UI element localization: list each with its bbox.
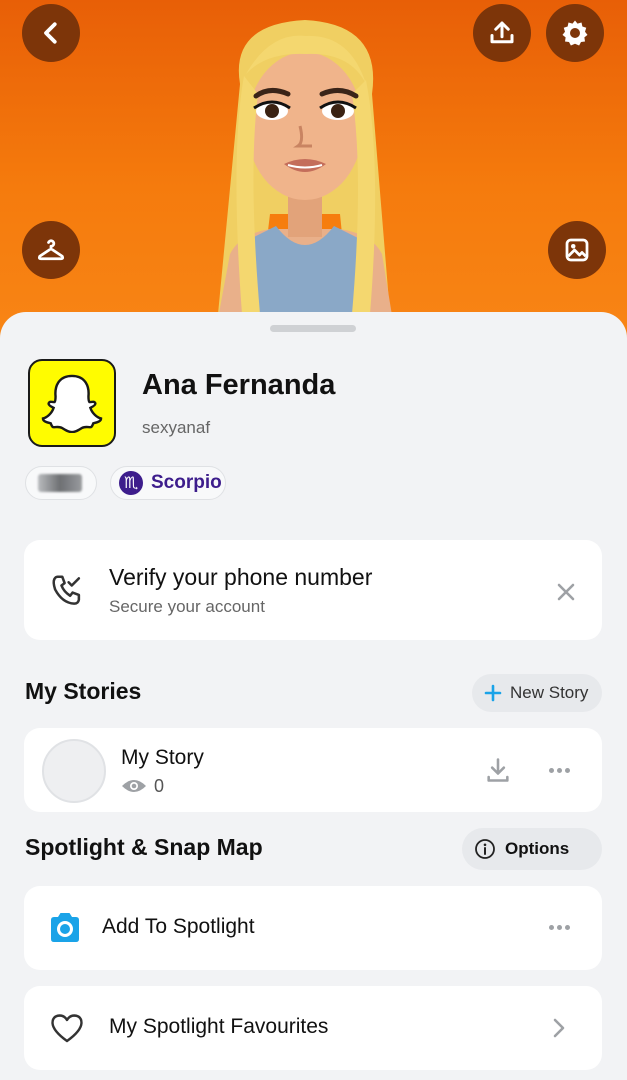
- my-story-row[interactable]: My Story 0: [24, 728, 602, 812]
- profile-sheet: Ana Fernanda sexyanaf ♏ Scorpio Verify y…: [0, 312, 627, 1080]
- username: sexyanaf: [142, 418, 211, 437]
- upload-icon: [490, 21, 514, 44]
- zodiac-label: Scorpio: [151, 472, 222, 493]
- info-icon: [475, 839, 495, 859]
- spotlight-favourites-row[interactable]: My Spotlight Favourites: [24, 986, 602, 1070]
- add-to-spotlight-label: Add To Spotlight: [102, 915, 255, 938]
- scorpio-icon: ♏: [119, 471, 143, 495]
- plus-icon: [484, 684, 502, 702]
- story-view-count: 0: [154, 776, 165, 796]
- bitmoji-avatar[interactable]: [200, 14, 410, 340]
- new-story-button[interactable]: New Story: [472, 674, 602, 712]
- profile-header: [0, 0, 627, 340]
- ghost-icon: [41, 374, 103, 433]
- eye-icon: [122, 780, 146, 792]
- my-stories-title: My Stories: [25, 678, 142, 704]
- phone-check-icon: [52, 575, 81, 605]
- wardrobe-button[interactable]: [22, 221, 80, 279]
- gear-icon: [562, 20, 588, 46]
- new-story-label: New Story: [510, 683, 589, 702]
- image-icon: [565, 238, 589, 262]
- share-button[interactable]: [473, 4, 531, 62]
- snapcode[interactable]: [28, 359, 116, 447]
- spotlight-title: Spotlight & Snap Map: [25, 834, 263, 860]
- story-more-icon[interactable]: [549, 768, 570, 773]
- chevron-right-icon: [553, 1018, 565, 1038]
- sheet-drag-handle[interactable]: [270, 325, 356, 332]
- chevron-left-icon: [44, 22, 57, 44]
- verify-subtitle: Secure your account: [109, 597, 265, 616]
- background-button[interactable]: [548, 221, 606, 279]
- zodiac-chip[interactable]: ♏ Scorpio: [110, 466, 226, 500]
- display-name: Ana Fernanda: [142, 369, 336, 401]
- close-icon[interactable]: [556, 582, 576, 602]
- story-thumbnail: [42, 739, 106, 803]
- hanger-icon: [37, 239, 65, 261]
- settings-button[interactable]: [546, 4, 604, 62]
- redacted-badge: [38, 474, 82, 492]
- spotlight-more-icon[interactable]: [549, 925, 570, 930]
- verify-phone-card[interactable]: Verify your phone number Secure your acc…: [24, 540, 602, 640]
- favourites-label: My Spotlight Favourites: [109, 1015, 329, 1038]
- options-label: Options: [505, 839, 570, 858]
- verify-title: Verify your phone number: [109, 564, 373, 590]
- download-icon[interactable]: [484, 756, 512, 784]
- options-button[interactable]: Options: [462, 828, 602, 870]
- camera-icon: [51, 913, 79, 942]
- add-to-spotlight-row[interactable]: Add To Spotlight: [24, 886, 602, 970]
- friendship-chip[interactable]: [25, 466, 97, 500]
- back-button[interactable]: [22, 4, 80, 62]
- heart-icon: [51, 1014, 83, 1043]
- story-title: My Story: [121, 746, 204, 769]
